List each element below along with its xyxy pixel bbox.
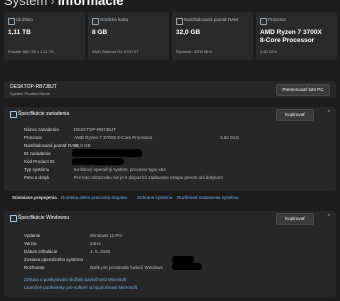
breadcrumb: Systém › Informácie xyxy=(4,0,123,8)
storage-card[interactable]: Úložisko 1,11 TB Použité 884 GB z 1,11 T… xyxy=(4,12,85,60)
device-specs-panel: Špecifikácie zariadenia Kopírovať ^ Názo… xyxy=(4,107,336,191)
spec-key: Dátum inštalácie xyxy=(24,249,58,254)
memory-icon xyxy=(176,18,183,25)
spec-key: Verzia xyxy=(24,241,37,246)
card-value: 1,11 TB xyxy=(8,29,31,36)
card-sub: 3,60 GHz xyxy=(260,49,277,54)
link-domain-workgroup[interactable]: Doména alebo pracovná skupina xyxy=(61,195,127,200)
related-heading: Súvisiace prepojenia xyxy=(12,195,57,200)
redaction xyxy=(172,263,202,270)
spec-value: Pre toto obrazovku nie je k dispozícii z… xyxy=(74,175,223,180)
redaction xyxy=(172,256,194,263)
section-title: Špecifikácie zariadenia xyxy=(18,111,70,117)
device-caption: System Product Name xyxy=(10,91,51,96)
spec-value: Balík pre prostredie funkcií Windows xyxy=(90,265,163,270)
link-advanced-settings[interactable]: Rozšírené nastavenia systému xyxy=(177,195,239,200)
rename-pc-button[interactable]: Premenovať toto PC xyxy=(276,84,330,96)
spec-value: 64-bitový operačný systém, procesor typu… xyxy=(74,167,166,172)
card-label: Úložisko xyxy=(16,17,34,22)
redaction xyxy=(72,158,124,165)
device-name: DESKTOP-RB73BJT xyxy=(10,84,57,90)
spec-key: Rozhranie xyxy=(24,265,45,270)
page-title: Informácie xyxy=(57,0,124,8)
monitor-icon xyxy=(10,111,17,118)
link-license-terms[interactable]: Licenčné podmienky pre softvér od spoloč… xyxy=(24,285,137,290)
spec-key: ID zariadenia xyxy=(24,151,51,156)
card-sub: AMD Radeon RX 5700 XT xyxy=(92,49,139,54)
copy-button[interactable]: Kopírovať xyxy=(276,109,314,121)
device-name-panel: DESKTOP-RB73BJT System Product Name Prem… xyxy=(4,81,336,98)
card-value: AMD Ryzen 7 3700X xyxy=(260,29,322,36)
graphics-card[interactable]: Grafická karta 8 GB AMD Radeon RX 5700 X… xyxy=(88,12,169,60)
spec-key: Pero a dotyk xyxy=(24,175,50,180)
card-value: 8 GB xyxy=(92,29,108,36)
link-system-protection[interactable]: Ochrana systému xyxy=(137,195,172,200)
spec-key: Zostava operačného systému xyxy=(24,257,84,262)
redaction xyxy=(72,149,142,157)
spec-key: Procesor xyxy=(24,135,43,140)
ram-card[interactable]: Nainštalovaná pamäť RAM 32,0 GB Rýchlosť… xyxy=(172,12,253,60)
card-value: 32,0 GB xyxy=(176,29,201,36)
cpu-icon xyxy=(260,18,267,25)
spec-key: Nainštalovaná pamäť RAM xyxy=(24,143,78,148)
spec-value: 24H2 xyxy=(90,241,101,246)
windows-specs-header[interactable]: Špecifikácie Windowsu Kopírovať ^ xyxy=(4,211,336,225)
spec-value: 4. 5. 2025 xyxy=(90,249,111,254)
spec-value: AMD Ryzen 7 3700X 8-Core Processor xyxy=(74,135,153,140)
spec-key: Názov zariadenia xyxy=(24,127,59,132)
spec-key: Vydanie xyxy=(24,233,41,238)
spec-value: Windows 11 Pro xyxy=(90,233,123,238)
device-specs-header[interactable]: Špecifikácie zariadenia Kopírovať ^ xyxy=(4,107,336,121)
card-sub: Rýchlosť: 3200 MHz xyxy=(176,49,213,54)
card-label: Grafická karta xyxy=(100,17,129,22)
copy-button[interactable]: Kopírovať xyxy=(276,213,314,225)
card-label: Nainštalovaná pamäť RAM xyxy=(184,17,238,22)
card-sub: Použité 884 GB z 1,11 TB xyxy=(8,49,54,54)
windows-icon xyxy=(10,215,17,222)
windows-specs-panel: Špecifikácie Windowsu Kopírovať ^ Vydani… xyxy=(4,211,336,297)
chevron-up-icon[interactable]: ^ xyxy=(328,110,330,116)
spec-key: Typ systému xyxy=(24,167,50,172)
breadcrumb-parent[interactable]: Systém xyxy=(4,0,47,8)
storage-icon xyxy=(8,18,15,25)
card-label: Procesor xyxy=(268,17,287,22)
page-header: Systém › Informácie xyxy=(0,0,340,8)
breadcrumb-separator: › xyxy=(50,0,55,8)
chevron-up-icon[interactable]: ^ xyxy=(328,214,330,220)
spec-extra: 3,60 GHz xyxy=(220,135,240,140)
spec-value: DESKTOP-RB73BJT xyxy=(74,127,117,132)
section-title: Špecifikácie Windowsu xyxy=(18,215,70,221)
spec-key: Kód Product ID xyxy=(24,159,55,164)
processor-card[interactable]: Procesor AMD Ryzen 7 3700X 8-Core Proces… xyxy=(256,12,337,60)
gpu-icon xyxy=(92,18,99,25)
card-value-line2: 8-Core Processor xyxy=(260,37,315,44)
summary-cards: Úložisko 1,11 TB Použité 884 GB z 1,11 T… xyxy=(4,12,340,60)
link-service-agreement[interactable]: Zmluva o poskytovaní služieb spoločnosti… xyxy=(24,277,126,282)
spec-value: 32,0 GB xyxy=(74,143,91,148)
